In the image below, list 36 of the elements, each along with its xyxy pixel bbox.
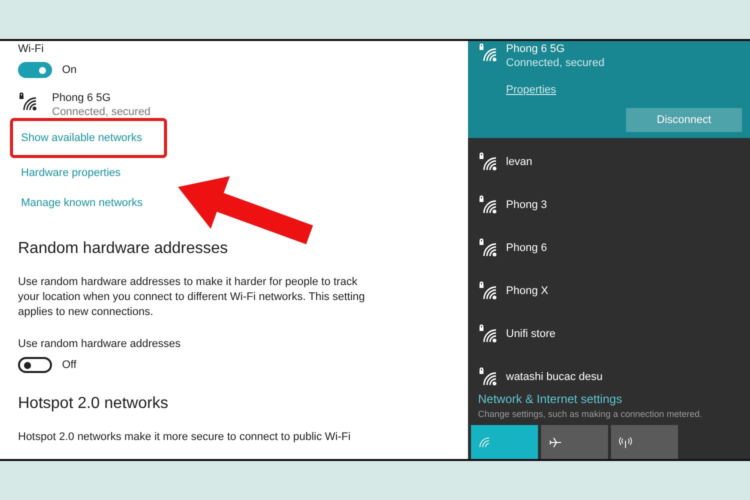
- network-name[interactable]: Phong X: [506, 284, 548, 296]
- toggle-state-label: On: [62, 64, 77, 76]
- wifi-lock-icon: [478, 152, 498, 172]
- network-name: Phong 6 5G: [52, 92, 112, 104]
- network-name[interactable]: Phong 3: [506, 198, 547, 210]
- settings-hint: Change settings, such as making a connection metered.: [478, 409, 704, 419]
- network-status: Connected, secured: [52, 106, 150, 118]
- wifi-icon: [479, 436, 490, 448]
- section-description: Hotspot 2.0 networks make it more secure to connect to public Wi-Fi: [18, 430, 352, 445]
- antenna-icon: [619, 436, 632, 448]
- toggle-state-label: Off: [62, 359, 76, 371]
- airplane-icon: [549, 436, 562, 448]
- random-address-toggle[interactable]: [18, 357, 52, 373]
- quick-action-tile[interactable]: [471, 425, 538, 459]
- wifi-toggle[interactable]: [18, 62, 52, 78]
- wifi-lock-icon: [478, 43, 498, 63]
- wifi-lock-icon: [478, 324, 498, 344]
- quick-action-tile[interactable]: [541, 425, 608, 459]
- network-name[interactable]: levan: [506, 156, 532, 168]
- quick-action-tile[interactable]: [611, 425, 678, 459]
- network-settings-link[interactable]: Network & Internet settings: [478, 392, 750, 406]
- section-heading: Hotspot 2.0 networks: [18, 395, 170, 413]
- network-name[interactable]: watashi bucac desu: [506, 370, 603, 382]
- wifi-lock-icon: [478, 238, 498, 258]
- setting-label: Use random hardware addresses: [18, 338, 182, 350]
- section-heading: Random hardware addresses: [18, 240, 229, 258]
- wifi-lock-icon: [478, 366, 498, 386]
- network-status: Connected, secured: [506, 57, 604, 69]
- wifi-label: Wi-Fi: [18, 43, 45, 55]
- network-name: Phong 6 5G: [506, 43, 566, 55]
- section-description: Use random hardware addresses to make it harder for people to track your location when you connect to different Wi-Fi networks. This setting applies to new connections.: [18, 275, 366, 320]
- wifi-lock-icon: [478, 194, 498, 214]
- network-name[interactable]: Unifi store: [506, 328, 556, 340]
- wifi-lock-icon: [478, 280, 498, 300]
- network-name[interactable]: Phong 6: [506, 242, 547, 254]
- wifi-lock-icon: [18, 92, 38, 112]
